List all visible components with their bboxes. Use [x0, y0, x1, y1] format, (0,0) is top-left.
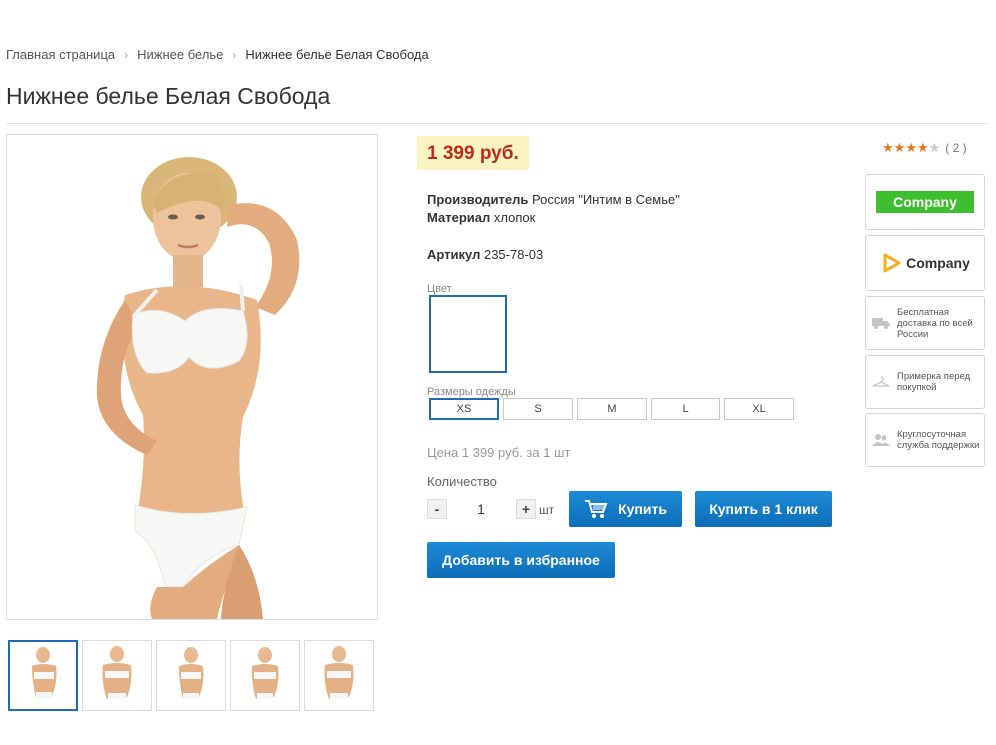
rating-stars: ★★★★★ [882, 141, 940, 155]
page-title: Нижнее белье Белая Свобода [6, 83, 331, 109]
cart-icon [584, 499, 608, 519]
article-row: Артикул 235-78-03 [427, 247, 543, 262]
quantity-label: Количество [427, 474, 497, 489]
thumbnail-1[interactable] [8, 640, 78, 711]
company-logo-green: Company [876, 191, 974, 213]
manufacturer-row: Производитель Россия "Интим в Семье" [427, 191, 680, 209]
price-badge: 1 399 руб. [417, 136, 529, 170]
thumbnail-3[interactable] [156, 640, 226, 711]
info-support: Круглосуточная служба поддержки [865, 413, 985, 467]
thumbnail-4[interactable] [230, 640, 300, 711]
material-label: Материал [427, 210, 491, 225]
material-row: Материал хлопок [427, 209, 680, 227]
company-logo-play: Company [880, 252, 970, 274]
thumbnail-2[interactable] [82, 640, 152, 711]
users-icon [872, 433, 890, 447]
info-support-text: Круглосуточная служба поддержки [897, 429, 980, 451]
rating[interactable]: ★★★★★ ( 2 ) [882, 141, 967, 155]
color-label: Цвет [427, 283, 452, 295]
size-option-l[interactable]: L [651, 398, 720, 420]
buy-button-label: Купить [618, 501, 667, 517]
product-main-image[interactable] [6, 134, 378, 620]
product-properties: Производитель Россия "Интим в Семье" Мат… [427, 191, 680, 227]
star-icon: ★ [916, 140, 929, 155]
quantity-unit: шт [539, 503, 555, 517]
buy-one-click-button[interactable]: Купить в 1 клик [695, 491, 832, 527]
star-icon: ★ [893, 140, 906, 155]
breadcrumb-current: Нижнее белье Белая Свобода [245, 47, 429, 62]
article-label: Артикул [427, 247, 481, 262]
title-divider [6, 123, 987, 124]
manufacturer-value: Россия "Интим в Семье" [531, 192, 680, 207]
hanger-icon [872, 376, 890, 388]
info-fitting-text: Примерка перед покупкой [897, 371, 971, 393]
truck-icon [872, 317, 890, 329]
star-icon: ★ [882, 140, 894, 155]
manufacturer-label: Производитель [427, 192, 529, 207]
size-option-xs[interactable]: XS [429, 398, 499, 420]
breadcrumb: Главная страница › Нижнее белье › Нижнее… [6, 47, 429, 62]
star-icon: ★ [905, 140, 917, 155]
partner-logo-2[interactable]: Company [865, 235, 985, 291]
size-option-xl[interactable]: XL [724, 398, 794, 420]
unit-price-line: Цена 1 399 руб. за 1 шт [427, 445, 571, 460]
buy-button[interactable]: Купить [569, 491, 682, 527]
breadcrumb-category-link[interactable]: Нижнее белье [137, 47, 223, 62]
thumbnail-5[interactable] [304, 640, 374, 711]
company-logo-text: Company [906, 255, 970, 271]
quantity-decrease-button[interactable]: - [427, 499, 447, 519]
info-fitting: Примерка перед покупкой [865, 355, 985, 409]
rating-count: ( 2 ) [945, 141, 967, 155]
play-icon [883, 253, 901, 273]
size-option-s[interactable]: S [503, 398, 573, 420]
quantity-increase-button[interactable]: + [516, 499, 536, 519]
chevron-right-icon: › [124, 47, 129, 62]
size-option-m[interactable]: M [577, 398, 647, 420]
add-to-favorites-button[interactable]: Добавить в избранное [427, 542, 615, 578]
sizes-label: Размеры одежды [427, 386, 516, 398]
info-delivery-text: Бесплатная доставка по всей России [897, 306, 973, 340]
breadcrumb-home-link[interactable]: Главная страница [6, 47, 115, 62]
material-value: хлопок [493, 210, 536, 225]
quantity-input[interactable] [452, 499, 510, 519]
partner-logo-1[interactable]: Company [865, 174, 985, 230]
star-icon: ★ [928, 140, 941, 155]
chevron-right-icon: › [232, 47, 237, 62]
size-selector: XS S M L XL [429, 398, 794, 420]
info-delivery: Бесплатная доставка по всей России [865, 296, 985, 350]
article-value: 235-78-03 [483, 247, 544, 262]
thumbnail-strip [8, 640, 374, 711]
color-swatch-white[interactable] [429, 295, 507, 373]
